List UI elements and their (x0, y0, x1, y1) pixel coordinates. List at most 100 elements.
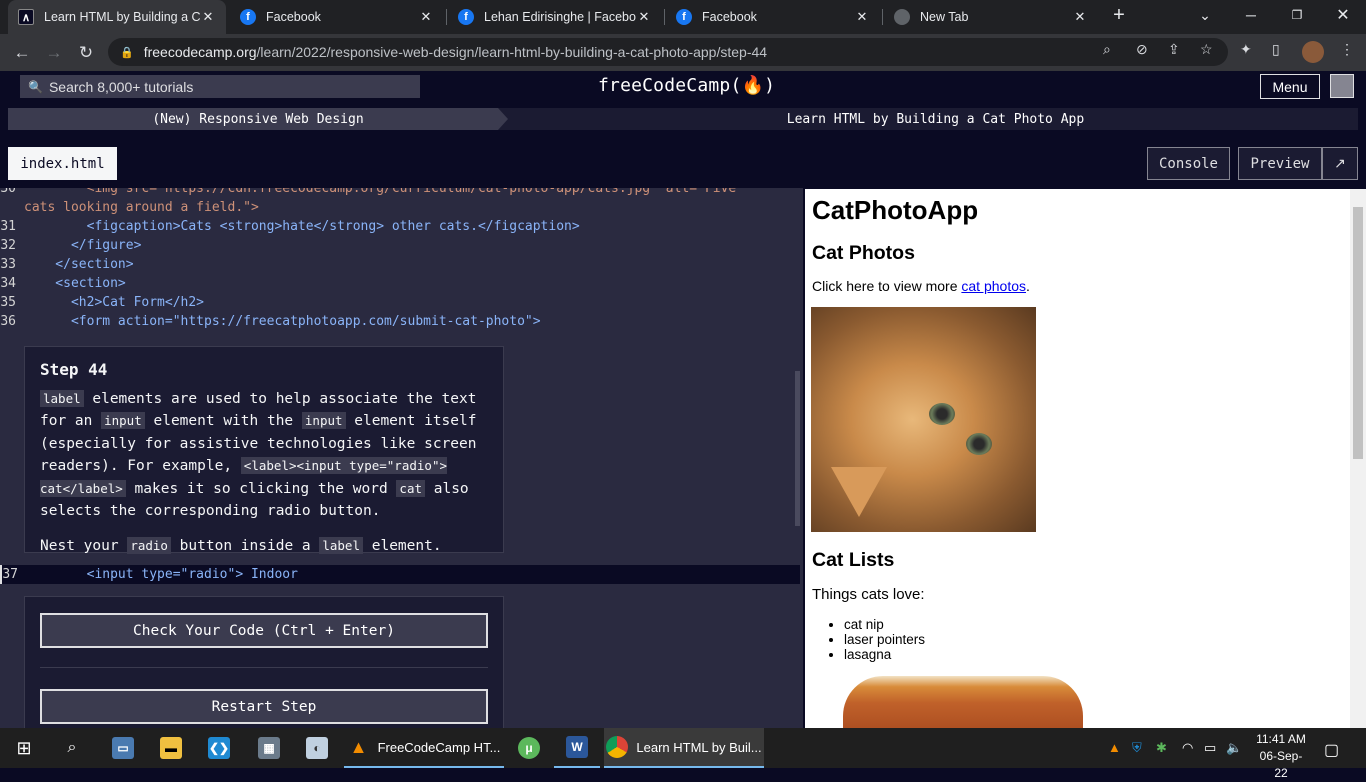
inline-code: cat (396, 479, 425, 497)
tab-facebook-lehan[interactable]: f Lehan Edirisinghe | Facebook ✕ (448, 0, 662, 34)
user-avatar[interactable] (1330, 74, 1354, 98)
back-arrow-icon[interactable]: ← (8, 39, 36, 67)
taskbar-label: FreeCodeCamp HT... (377, 739, 501, 755)
file-manager-app-icon[interactable]: ▭ (100, 728, 146, 768)
fcc-logo[interactable]: freeCodeCamp(🔥) (598, 75, 775, 96)
close-tab-icon[interactable]: ✕ (418, 9, 434, 25)
code-line[interactable]: 30 <img src="https://cdn.freecodecamp.or… (0, 188, 800, 198)
code-text: <form action="https://freecatphotoapp.co… (24, 314, 541, 329)
forward-arrow-icon[interactable]: → (40, 39, 68, 67)
tab-title: Facebook (266, 10, 321, 24)
cat-image[interactable] (811, 307, 1036, 532)
cat-eye (966, 433, 992, 455)
file-explorer-icon[interactable]: ▬ (148, 728, 194, 768)
tab-learn-html[interactable]: ∧ Learn HTML by Building a Ca ✕ (8, 0, 226, 34)
line-number: 31 (0, 219, 16, 234)
close-tab-icon[interactable]: ✕ (200, 9, 216, 25)
line-number: 36 (0, 314, 16, 329)
paint-icon[interactable]: ◐ (294, 728, 340, 768)
editor-scrollbar[interactable] (795, 371, 800, 526)
taskbar-vlc-app[interactable]: ▲ FreeCodeCamp HT... (344, 728, 504, 768)
code-line[interactable]: 34 <section> (0, 274, 800, 293)
preview-button[interactable]: Preview (1238, 147, 1322, 180)
tray-app-icon[interactable]: ✱ (1156, 740, 1167, 756)
bookmark-star-icon[interactable]: ☆ (1200, 41, 1213, 58)
tab-facebook-1[interactable]: f Facebook ✕ (230, 0, 444, 34)
tab-new-tab[interactable]: New Tab ✕ (884, 0, 1098, 34)
tray-app-icon[interactable]: ⛨ (1132, 740, 1142, 756)
profile-avatar[interactable] (1302, 41, 1324, 63)
windows-start-icon[interactable]: ⊞ (0, 728, 48, 768)
check-code-button[interactable]: Check Your Code (Ctrl + Enter) (40, 613, 488, 648)
zoom-icon[interactable]: ⌕ (1103, 41, 1111, 58)
vlc-tray-icon[interactable]: ▲ (1108, 740, 1121, 755)
tab-separator (664, 9, 665, 25)
volume-icon[interactable]: 🔈 (1226, 740, 1242, 756)
calculator-icon[interactable]: ▦ (246, 728, 292, 768)
step-instructions-panel: Step 44 label elements are used to help … (24, 346, 504, 554)
search-input[interactable]: 🔍 Search 8,000+ tutorials (20, 75, 420, 98)
line-number: 35 (0, 295, 16, 310)
code-line[interactable]: 32 </figure> (0, 236, 800, 255)
code-line[interactable]: 33 </section> (0, 255, 800, 274)
code-line[interactable]: 36 <form action="https://freecatphotoapp… (0, 312, 800, 331)
line-number: 32 (0, 238, 16, 253)
vlc-cone-icon: ▲ (349, 736, 368, 757)
editor-toolbar: index.html Console Preview ↗ (0, 138, 1366, 188)
tab-title: Learn HTML by Building a Ca (44, 10, 200, 24)
step-paragraph: label elements are used to help associat… (40, 388, 488, 523)
close-window-button[interactable]: ✕ (1320, 0, 1366, 30)
word-icon[interactable]: W (554, 728, 600, 768)
close-tab-icon[interactable]: ✕ (1072, 9, 1088, 25)
file-tab-index-html[interactable]: index.html (8, 147, 117, 180)
cat-photos-link[interactable]: cat photos (961, 278, 1026, 294)
notification-icon[interactable]: ▢ (1324, 740, 1339, 760)
tab-search-chevron-icon[interactable]: ⌄ (1182, 0, 1228, 30)
url-omnibox[interactable]: 🔒 freecodecamp.org/learn/2022/responsive… (108, 38, 1228, 66)
reload-icon[interactable]: ↻ (72, 39, 100, 67)
taskbar-clock[interactable]: 11:41 AM 06-Sep-22 (1254, 731, 1308, 782)
breadcrumb-block[interactable]: Learn HTML by Building a Cat Photo App (513, 108, 1358, 130)
wifi-icon[interactable]: ◠ (1182, 740, 1193, 756)
taskbar-chrome-app[interactable]: Learn HTML by Buil... (604, 728, 764, 768)
utorrent-icon[interactable]: μ (506, 728, 552, 768)
step-text: element with the (144, 413, 302, 429)
chrome-newtab-favicon-icon (894, 9, 910, 25)
inline-code: label (40, 389, 84, 407)
minimize-button[interactable]: ─ (1228, 0, 1274, 30)
close-tab-icon[interactable]: ✕ (636, 9, 652, 25)
extensions-puzzle-icon[interactable]: ✦ (1240, 41, 1252, 58)
close-tab-icon[interactable]: ✕ (854, 9, 870, 25)
code-line[interactable]: 35 <h2>Cat Form</h2> (0, 293, 800, 312)
url-host: freecodecamp.org (143, 44, 257, 60)
list-item: lasagna (844, 647, 925, 662)
vscode-icon[interactable]: ❮❯ (196, 728, 242, 768)
clock-time: 11:41 AM (1256, 732, 1306, 746)
lasagna-image[interactable] (843, 676, 1083, 728)
windows-taskbar: ⊞ ⌕ ▭ ▬ ❮❯ ▦ ◐ ▲ FreeCodeCamp HT... μ W L… (0, 728, 1366, 780)
restart-step-button[interactable]: Restart Step (40, 689, 488, 724)
breadcrumb-superblock[interactable]: (New) Responsive Web Design (8, 108, 508, 130)
battery-icon[interactable]: ▭ (1204, 740, 1216, 756)
eye-off-icon[interactable]: ⊘ (1136, 41, 1148, 58)
code-editor[interactable]: 30 <img src="https://cdn.freecodecamp.or… (0, 188, 803, 728)
scrollbar-thumb[interactable] (1353, 207, 1363, 459)
step-title: Step 44 (40, 360, 108, 379)
code-line[interactable]: cats looking around a field."> (0, 198, 800, 217)
tab-facebook-2[interactable]: f Facebook ✕ (666, 0, 880, 34)
share-icon[interactable]: ⇪ (1168, 41, 1180, 58)
active-code-line[interactable]: 37 <input type="radio"> Indoor (0, 565, 800, 584)
side-panel-icon[interactable]: ▯ (1272, 41, 1280, 58)
restore-button[interactable]: ❐ (1274, 0, 1320, 30)
preview-heading: CatPhotoApp (812, 195, 979, 225)
console-button[interactable]: Console (1147, 147, 1230, 180)
new-tab-button[interactable]: + (1098, 0, 1140, 30)
preview-paragraph: Things cats love: (812, 586, 925, 603)
open-external-icon[interactable]: ↗ (1322, 147, 1358, 180)
chrome-menu-icon[interactable]: ⋮ (1340, 41, 1354, 58)
code-text: </figure> (24, 238, 142, 253)
search-icon[interactable]: ⌕ (48, 728, 96, 768)
code-line[interactable]: 31 <figcaption>Cats <strong>hate</strong… (0, 217, 800, 236)
menu-button[interactable]: Menu (1260, 74, 1320, 99)
preview-scrollbar[interactable] (1350, 189, 1366, 728)
